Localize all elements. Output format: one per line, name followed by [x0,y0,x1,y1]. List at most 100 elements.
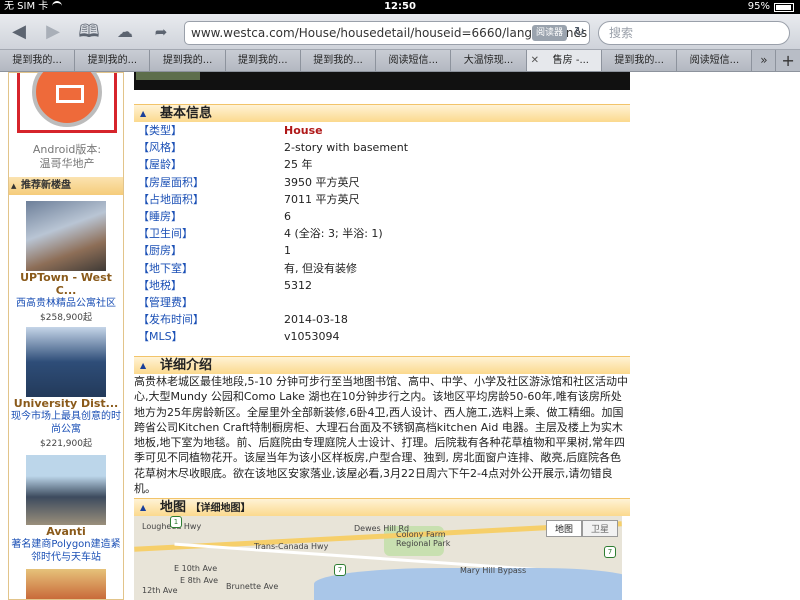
back-icon[interactable]: ◀ [6,20,32,44]
more-tabs-button[interactable]: » [752,50,777,71]
basic-info-table: 【类型】 House 【风格】 2-story with basement 【屋龄】… [136,122,626,345]
info-key: 【地税】 [138,278,182,292]
info-row: 【风格】 2-story with basement [136,139,626,156]
status-bar: 无 SIM 卡 12:50 95% [0,0,800,14]
tab[interactable]: 阅读短信... [376,50,452,71]
listing-image[interactable] [26,569,106,599]
info-value: 1 [284,244,291,258]
listing-card[interactable]: Avanti 著名建商Polygon建造紧邻时代与天车站 [9,455,123,564]
tab-label: 售房 -... [552,55,589,66]
reload-icon[interactable]: ↻ [574,22,585,44]
tab[interactable]: 提到我的... [75,50,151,71]
listing-title[interactable]: Avanti [9,525,123,538]
info-value: 4 (全浴: 3; 半浴: 1) [284,227,383,241]
info-value: House [284,124,323,137]
bookmarks-icon[interactable]: 🕮 [76,20,102,44]
page-content: Android版本: 温哥华地产 推荐新楼盘 UPTown - West C..… [0,72,800,600]
browser-toolbar: ◀ ▶ 🕮 ☁ ➦ www.westca.com/House/housedeta… [0,14,800,50]
listing-desc[interactable]: 西高贵林精品公寓社区 [9,297,123,310]
tab[interactable]: 大温惊现... [451,50,527,71]
info-value: 3950 平方英尺 [284,175,360,189]
reader-button[interactable]: 阅读器 [531,25,567,41]
info-key: 【MLS】 [138,330,183,344]
listing-price: $258,900起 [40,313,92,323]
battery-icon [774,2,794,12]
share-icon[interactable]: ➦ [148,20,174,44]
app-logo-icon [32,72,102,127]
info-value: v1053094 [284,330,340,344]
forward-icon[interactable]: ▶ [40,20,66,44]
map-view[interactable]: Dewes Hill Rd Colony Farm Regional Park … [134,516,622,600]
info-key: 【风格】 [138,141,182,155]
listing-card[interactable]: UPTown - West C... 西高贵林精品公寓社区 $258,900起 [9,201,123,323]
highway-shield-icon: 7 [604,546,616,558]
info-row: 【屋龄】 25 年 [136,156,626,173]
photo-strip [134,72,630,90]
listing-card[interactable] [9,569,123,599]
info-key: 【房屋面积】 [138,175,204,189]
info-row: 【地下室】 有, 但没有装修 [136,260,626,277]
info-value: 2014-03-18 [284,313,348,327]
detailed-map-link[interactable]: 【详细地图】 [191,503,251,514]
info-key: 【厨房】 [138,244,182,258]
info-value: 25 年 [284,158,313,172]
map-label: Colony Farm Regional Park [396,530,451,548]
info-key: 【类型】 [138,124,182,137]
app-logo-frame[interactable] [17,72,117,133]
info-key: 【占地面积】 [138,192,204,206]
info-value: 5312 [284,278,312,292]
battery-indicator: 95% [748,0,794,14]
listing-title[interactable]: UPTown - West C... [9,271,123,297]
tab[interactable]: 提到我的... [225,50,301,71]
basic-info-heading: ▲ 基本信息 [134,104,630,122]
section-arrow-icon: ▲ [140,109,147,118]
listing-image[interactable] [26,201,106,271]
section-arrow-icon: ▲ [140,361,147,370]
tab-active[interactable]: ✕ 售房 -... [526,50,603,71]
close-tab-icon[interactable]: ✕ [531,50,539,71]
new-tab-button[interactable]: + [776,50,800,71]
photo-thumbnail[interactable] [136,72,200,80]
map-label: Brunette Ave [226,582,279,591]
url-field[interactable]: www.westca.com/House/housedetail/houseid… [184,21,590,45]
highway-shield-icon: 7 [334,564,346,576]
listing-image[interactable] [26,327,106,397]
detail-description: 高贵林老城区最佳地段,5-10 分钟可步行至当地图书馆、高中、中学、小学及社区游… [134,375,628,496]
clock: 12:50 [384,1,416,12]
map-label: E 8th Ave [180,576,219,585]
section-arrow-icon: ▲ [140,503,147,512]
tab[interactable]: 提到我的... [150,50,226,71]
info-key: 【发布时间】 [138,313,204,327]
tab[interactable]: 提到我的... [300,50,377,71]
tab[interactable]: 提到我的... [602,50,678,71]
map-label: Trans-Canada Hwy [254,542,329,551]
search-input[interactable]: 搜索 [598,21,790,45]
info-key: 【屋龄】 [138,158,182,172]
satellite-button[interactable]: 卫星 [581,520,618,537]
info-key: 【地下室】 [138,261,193,275]
listing-desc[interactable]: 现今市场上最具创意的时尚公寓 [9,410,123,436]
info-row: 【MLS】 v1053094 [136,328,626,345]
site-name: 温哥华地产 [39,157,95,170]
info-row: 【房屋面积】 3950 平方英尺 [136,174,626,191]
listing-desc[interactable]: 著名建商Polygon建造紧邻时代与天车站 [9,538,123,564]
cloud-icon[interactable]: ☁ [112,20,138,44]
tab-bar: 提到我的... 提到我的... 提到我的... 提到我的... 提到我的... … [0,50,800,72]
listing-image[interactable] [26,455,106,525]
listing-card[interactable]: University Dist... 现今市场上最具创意的时尚公寓 $221,9… [9,327,123,449]
info-value: 有, 但没有装修 [284,261,357,275]
highway-shield-icon: 1 [170,516,182,528]
info-key: 【管理费】 [138,295,193,309]
listing-price: $221,900起 [40,439,92,449]
tab[interactable]: 提到我的... [0,50,76,71]
map-label: 12th Ave [142,586,178,595]
tab[interactable]: 阅读短信... [677,50,753,71]
info-row: 【类型】 House [136,122,626,139]
info-key: 【睡房】 [138,209,182,223]
recommended-header: 推荐新楼盘 [9,177,123,195]
map-button[interactable]: 地图 [545,520,582,537]
listing-title[interactable]: University Dist... [9,397,123,410]
sidebar: Android版本: 温哥华地产 推荐新楼盘 UPTown - West C..… [8,72,124,600]
map-heading: ▲ 地图 【详细地图】 [134,498,630,516]
info-value: 7011 平方英尺 [284,192,360,206]
